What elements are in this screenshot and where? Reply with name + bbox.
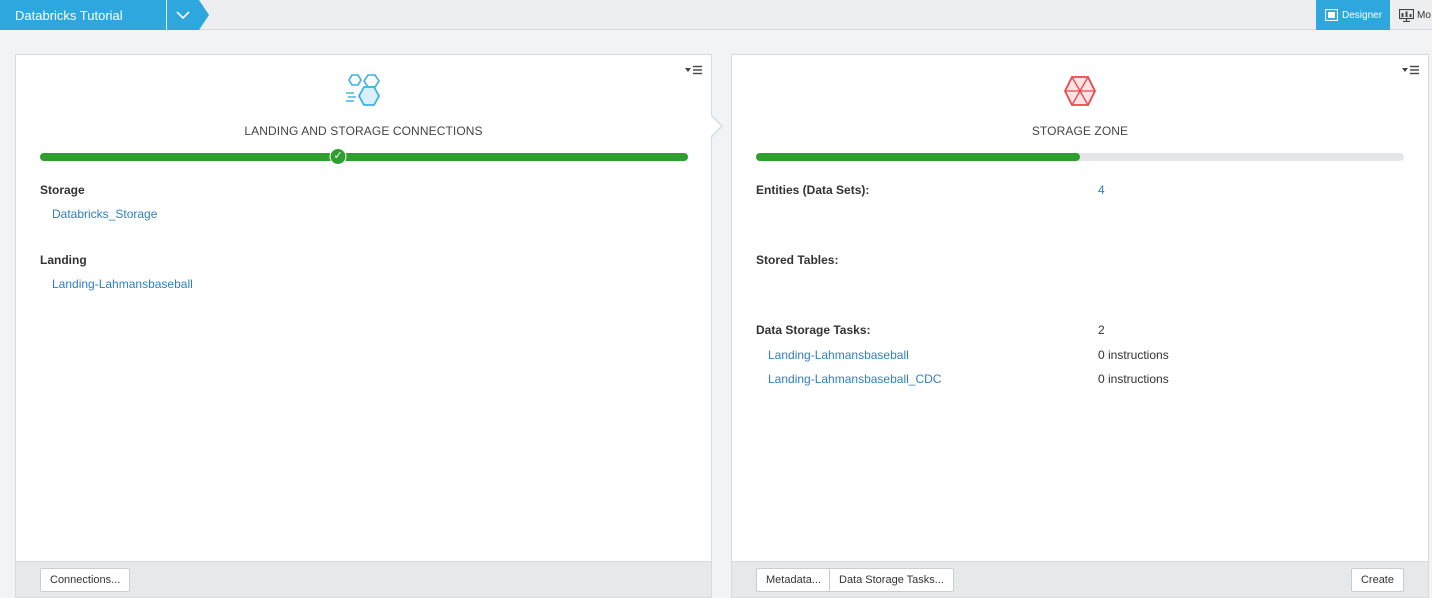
data-storage-tasks-count: 2	[1098, 323, 1105, 337]
panel-menu-button[interactable]	[685, 65, 703, 75]
chevron-down-icon	[176, 10, 190, 19]
storage-connection-link[interactable]: Databricks_Storage	[52, 207, 157, 221]
panel-footer: Connections...	[16, 561, 711, 597]
check-icon: ✓	[329, 148, 347, 165]
progress-bar	[756, 153, 1404, 161]
project-name-tab[interactable]: Databricks Tutorial	[0, 0, 166, 30]
storage-zone-panel: STORAGE ZONE Entities (Data Sets): 4 Sto…	[731, 54, 1429, 598]
project-tab-arrow	[199, 0, 209, 30]
task-link[interactable]: Landing-Lahmansbaseball	[768, 348, 909, 362]
entities-count-link[interactable]: 4	[1098, 183, 1105, 197]
designer-button[interactable]: Designer	[1316, 0, 1390, 30]
connections-button[interactable]: Connections...	[40, 568, 131, 592]
panel-menu-icon	[685, 65, 702, 75]
landing-connection-link[interactable]: Landing-Lahmansbaseball	[52, 277, 193, 291]
hexagon-cluster-icon	[345, 74, 380, 106]
designer-icon	[1325, 9, 1338, 21]
designer-label: Designer	[1342, 9, 1383, 21]
landing-storage-connections-panel: LANDING AND STORAGE CONNECTIONS ✓ Storag…	[15, 54, 712, 598]
landing-label: Landing	[40, 253, 87, 267]
monitor-label: Mo	[1417, 9, 1431, 21]
monitor-button[interactable]: Mo	[1392, 0, 1432, 30]
monitor-icon	[1399, 8, 1414, 22]
panel-title: LANDING AND STORAGE CONNECTIONS	[244, 124, 483, 138]
metadata-button[interactable]: Metadata...	[756, 568, 832, 592]
stored-tables-label: Stored Tables:	[756, 253, 839, 267]
progress-bar-fill	[40, 153, 688, 161]
progress-bar: ✓	[40, 148, 688, 165]
storage-label: Storage	[40, 183, 85, 197]
top-bar: Databricks Tutorial Designer Mo	[0, 0, 1432, 30]
task-instructions: 0 instructions	[1098, 348, 1169, 362]
entities-label: Entities (Data Sets):	[756, 183, 870, 197]
storage-zone-hexagon-icon	[1063, 76, 1097, 106]
data-storage-tasks-button[interactable]: Data Storage Tasks...	[829, 568, 954, 592]
panel-connector-arrow	[711, 116, 721, 136]
data-storage-tasks-label: Data Storage Tasks:	[756, 323, 871, 337]
progress-bar-fill	[756, 153, 1080, 161]
panel-menu-button[interactable]	[1402, 65, 1420, 75]
task-instructions: 0 instructions	[1098, 372, 1169, 386]
project-dropdown-button[interactable]	[167, 0, 199, 30]
panel-menu-icon	[1402, 65, 1419, 75]
create-button[interactable]: Create	[1350, 568, 1404, 592]
task-link[interactable]: Landing-Lahmansbaseball_CDC	[768, 372, 941, 386]
panel-footer: Metadata... Data Storage Tasks... Create	[732, 561, 1428, 597]
panel-title: STORAGE ZONE	[1031, 124, 1129, 138]
project-name: Databricks Tutorial	[15, 7, 123, 23]
